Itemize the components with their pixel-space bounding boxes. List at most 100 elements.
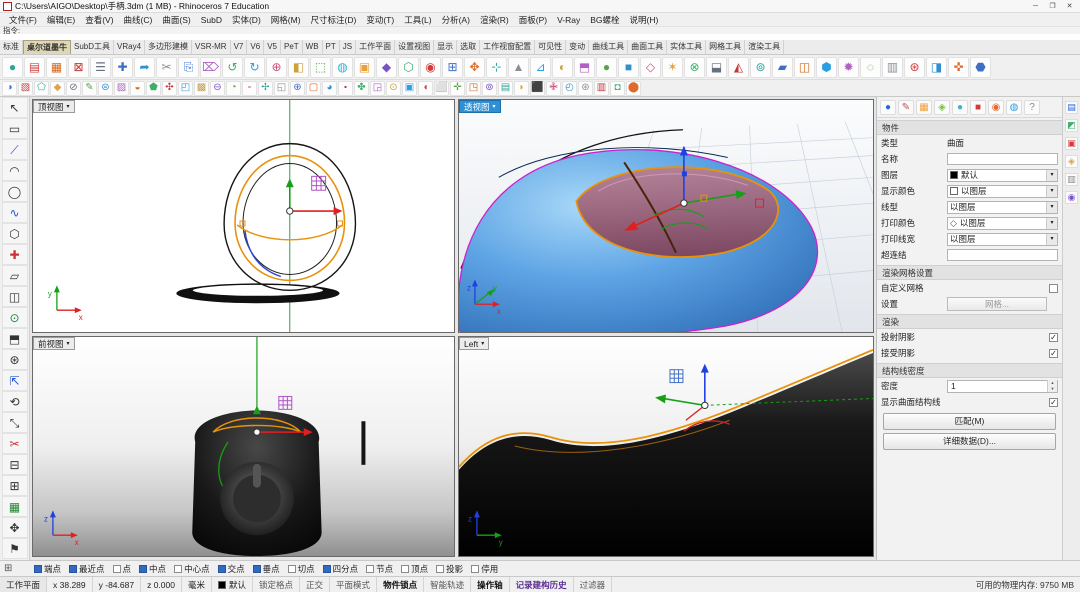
name-input[interactable] bbox=[947, 153, 1058, 165]
status-toggle[interactable]: 物件锁点 bbox=[377, 577, 425, 592]
toolbar-button[interactable]: ◔ bbox=[226, 80, 241, 96]
toolbar-button[interactable]: ✤ bbox=[354, 80, 369, 96]
toolbar-button[interactable]: ▤ bbox=[498, 80, 513, 96]
toolbar-button[interactable]: ⊹ bbox=[486, 56, 507, 78]
toolbar-button[interactable]: ↺ bbox=[222, 56, 243, 78]
sidebar-tool-button[interactable]: ⊞ bbox=[1, 475, 28, 496]
toolbar-button[interactable]: ⊕ bbox=[266, 56, 287, 78]
toolbar-button[interactable]: ✥ bbox=[464, 56, 485, 78]
toolbar-button[interactable]: ◱ bbox=[274, 80, 289, 96]
toolbar-button[interactable]: ◰ bbox=[178, 80, 193, 96]
sidebar-tool-button[interactable]: ◯ bbox=[1, 181, 28, 202]
front-view-canvas[interactable]: z x bbox=[33, 337, 454, 556]
toolbar-button[interactable]: ✙ bbox=[546, 80, 561, 96]
status-toggle[interactable]: 正交 bbox=[300, 577, 331, 592]
toolbar-button[interactable]: ▧ bbox=[18, 80, 33, 96]
osnap-toggle[interactable]: 顶点 bbox=[401, 563, 428, 575]
docked-panel-icon[interactable]: ◈ bbox=[1065, 155, 1078, 168]
toolbar-button[interactable]: ☰ bbox=[90, 56, 111, 78]
menu-item[interactable]: 变动(T) bbox=[361, 14, 399, 26]
menu-item[interactable]: 渲染(R) bbox=[475, 14, 514, 26]
toolbar-button[interactable]: ⬢ bbox=[816, 56, 837, 78]
toolbar-button[interactable]: ⬛ bbox=[530, 80, 545, 96]
receive-shadows-checkbox[interactable] bbox=[1049, 348, 1058, 358]
perspective-view-canvas[interactable]: z x y bbox=[459, 100, 873, 332]
panel-tab-icon[interactable]: ◈ bbox=[934, 100, 950, 115]
toolbar-button[interactable]: ⊗ bbox=[684, 56, 705, 78]
panel-tab-icon[interactable]: ? bbox=[1024, 100, 1040, 115]
toolbar-tab[interactable]: 渲染工具 bbox=[745, 40, 785, 54]
toolbar-button[interactable]: ↻ bbox=[244, 56, 265, 78]
viewport-front[interactable]: z x 前视图 ▾ bbox=[32, 336, 455, 557]
toolbar-button[interactable]: ⬚ bbox=[310, 56, 331, 78]
toolbar-button[interactable]: ⊙ bbox=[386, 80, 401, 96]
toolbar-button[interactable]: ▲ bbox=[508, 56, 529, 78]
sidebar-tool-button[interactable]: ⊛ bbox=[1, 349, 28, 370]
panel-tab-icon[interactable]: ◍ bbox=[1006, 100, 1022, 115]
maximize-button[interactable]: ❐ bbox=[1044, 0, 1061, 12]
toolbar-button[interactable]: ⊖ bbox=[210, 80, 225, 96]
toolbar-button[interactable]: ✚ bbox=[112, 56, 133, 78]
menu-item[interactable]: BG螺栓 bbox=[585, 14, 624, 26]
status-toggle[interactable]: 过滤器 bbox=[574, 577, 613, 592]
toolbar-button[interactable]: ● bbox=[2, 56, 23, 78]
toolbar-button[interactable]: ⊠ bbox=[68, 56, 89, 78]
toolbar-button[interactable]: ▣ bbox=[354, 56, 375, 78]
docked-panel-icon[interactable]: ▣ bbox=[1065, 137, 1078, 150]
toolbar-button[interactable]: ⬒ bbox=[574, 56, 595, 78]
toolbar-button[interactable]: ◗ bbox=[514, 80, 529, 96]
sidebar-tool-button[interactable]: ⬡ bbox=[1, 223, 28, 244]
osnap-toggle[interactable]: 最近点 bbox=[69, 563, 105, 575]
sidebar-tool-button[interactable]: ⊙ bbox=[1, 307, 28, 328]
toolbar-tab[interactable]: 工作视窗配置 bbox=[480, 40, 536, 54]
toolbar-button[interactable]: ⬜ bbox=[434, 80, 449, 96]
spinner-buttons[interactable]: ▴ ▾ bbox=[1047, 380, 1057, 392]
toolbar-button[interactable]: ◫ bbox=[794, 56, 815, 78]
match-button[interactable]: 匹配(M) bbox=[883, 413, 1056, 430]
toolbar-button[interactable]: ◍ bbox=[332, 56, 353, 78]
menu-item[interactable]: V-Ray bbox=[552, 15, 585, 25]
toolbar-button[interactable]: ⬣ bbox=[970, 56, 991, 78]
menu-item[interactable]: 网格(M) bbox=[266, 14, 306, 26]
toolbar-tab[interactable]: 选取 bbox=[457, 40, 481, 54]
panel-tab-icon[interactable]: ◉ bbox=[988, 100, 1004, 115]
toolbar-button[interactable]: ▦ bbox=[46, 56, 67, 78]
toolbar-button[interactable]: ◆ bbox=[376, 56, 397, 78]
toolbar-tab[interactable]: 曲面工具 bbox=[628, 40, 668, 54]
density-input[interactable]: 1 ▴ ▾ bbox=[947, 379, 1058, 393]
toolbar-button[interactable]: ◨ bbox=[926, 56, 947, 78]
toolbar-tab[interactable]: 多边形建模 bbox=[145, 40, 193, 54]
viewport-perspective[interactable]: z x y 透视图 ▾ bbox=[458, 99, 874, 333]
toolbar-button[interactable]: ⬡ bbox=[398, 56, 419, 78]
toolbar-button[interactable]: ◲ bbox=[370, 80, 385, 96]
toolbar-button[interactable]: ⬤ bbox=[626, 80, 641, 96]
toolbar-button[interactable]: ▰ bbox=[772, 56, 793, 78]
toolbar-button[interactable]: ◴ bbox=[562, 80, 577, 96]
sidebar-tool-button[interactable]: ◠ bbox=[1, 160, 28, 181]
panel-tab-icon[interactable]: ● bbox=[880, 100, 896, 115]
toolbar-tab[interactable]: 桌尔道墨牛 bbox=[23, 40, 71, 54]
panel-tab-icon[interactable]: ■ bbox=[970, 100, 986, 115]
sidebar-tool-button[interactable]: ◫ bbox=[1, 286, 28, 307]
sidebar-tool-button[interactable]: ▱ bbox=[1, 265, 28, 286]
toolbar-button[interactable]: ● bbox=[596, 56, 617, 78]
viewport-label-left[interactable]: Left ▾ bbox=[459, 337, 490, 350]
sidebar-tool-button[interactable]: ▭ bbox=[1, 118, 28, 139]
osnap-toggle[interactable]: 垂点 bbox=[252, 563, 280, 575]
toolbar-tab[interactable]: 实体工具 bbox=[667, 40, 707, 54]
toolbar-tab[interactable]: 变动 bbox=[566, 40, 590, 54]
menu-item[interactable]: 工具(L) bbox=[399, 14, 436, 26]
toolbar-button[interactable]: ◉ bbox=[420, 56, 441, 78]
toolbar-tab[interactable]: 曲线工具 bbox=[589, 40, 629, 54]
sidebar-tool-button[interactable]: ↖ bbox=[1, 97, 28, 118]
osnap-toggle[interactable]: 中点 bbox=[139, 563, 166, 575]
minimize-button[interactable]: ─ bbox=[1027, 0, 1044, 12]
osnap-toggle[interactable]: 中心点 bbox=[174, 563, 210, 575]
toolbar-button[interactable]: ▣ bbox=[402, 80, 417, 96]
osnap-toggle[interactable]: 点 bbox=[112, 563, 131, 575]
toolbar-button[interactable]: ⊘ bbox=[66, 80, 81, 96]
status-toggle[interactable]: 平面模式 bbox=[330, 577, 378, 592]
toolbar-tab[interactable]: 设置视图 bbox=[395, 40, 435, 54]
left-view-canvas[interactable]: z y bbox=[459, 337, 873, 556]
menu-item[interactable]: 实体(D) bbox=[227, 14, 266, 26]
